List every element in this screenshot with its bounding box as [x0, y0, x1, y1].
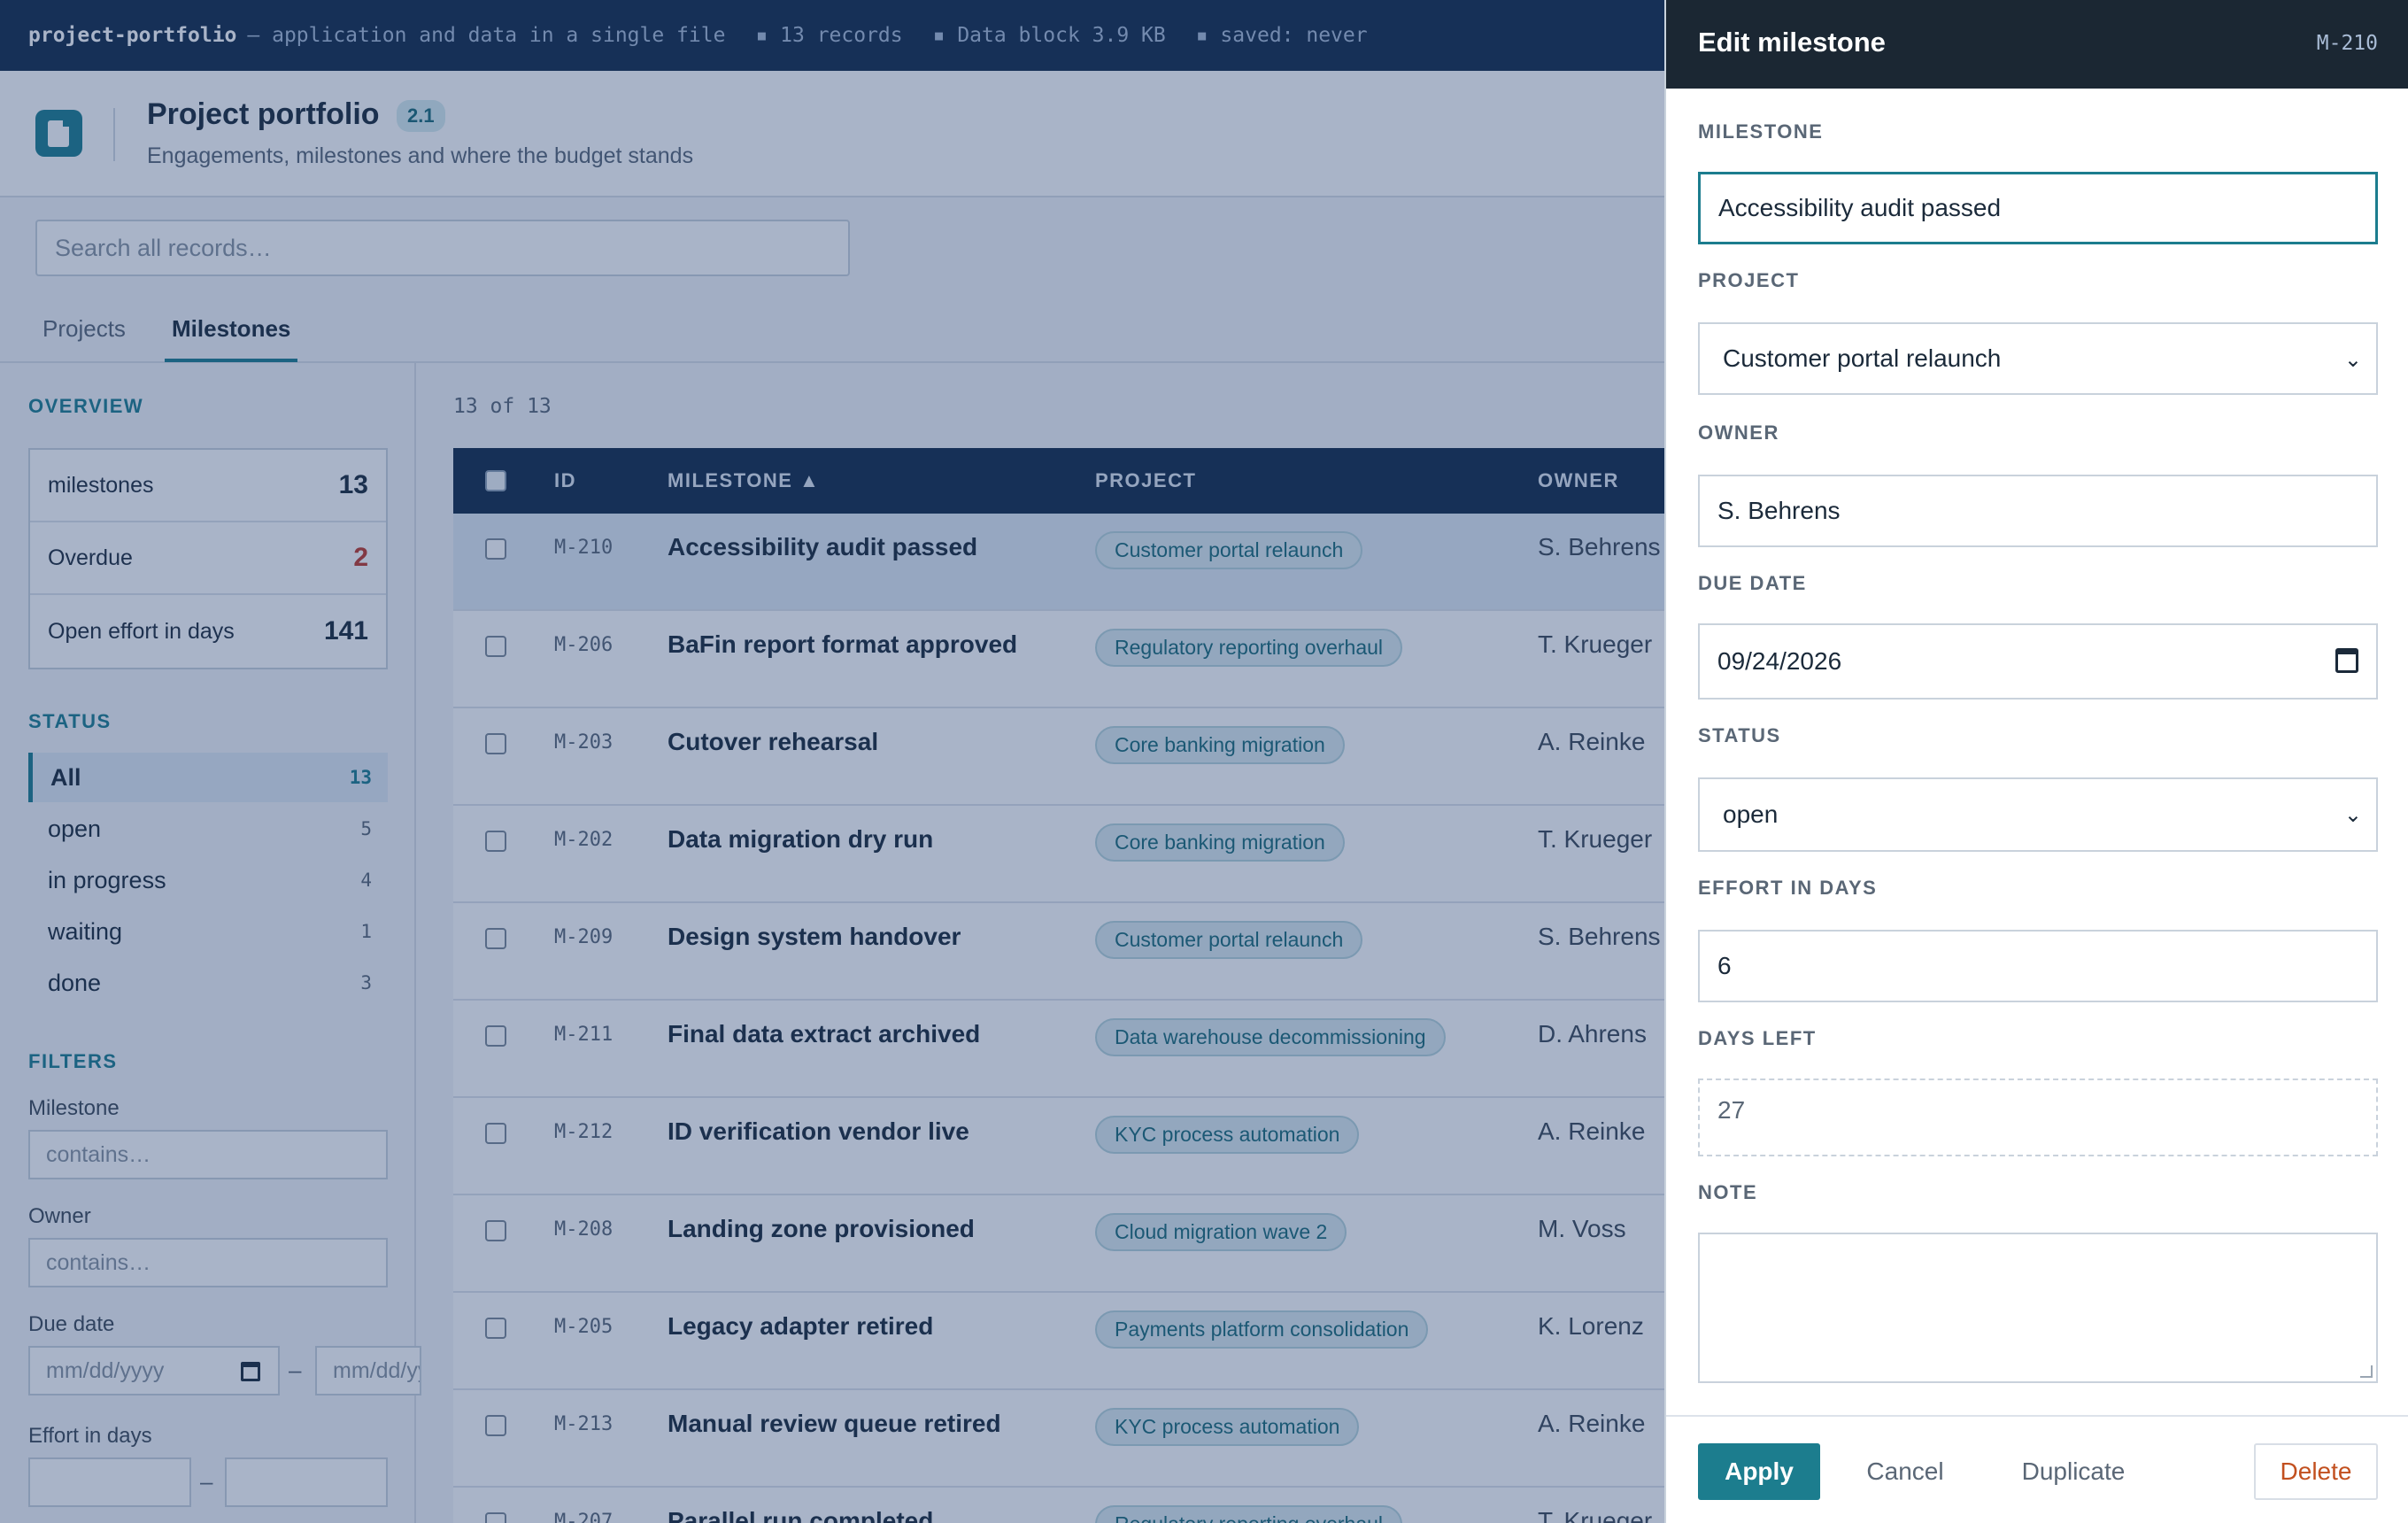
project-field-label: PROJECT	[1698, 269, 1800, 291]
due-date-field-label: DUE DATE	[1698, 572, 1807, 594]
edit-drawer: Edit milestone M-210 MILESTONE Accessibi…	[1664, 0, 2408, 1523]
resize-handle-icon[interactable]	[2360, 1365, 2373, 1378]
milestone-field[interactable]: Accessibility audit passed	[1698, 172, 2378, 244]
drawer-footer: Apply Cancel Duplicate Delete	[1666, 1415, 2408, 1523]
modal-overlay[interactable]	[0, 0, 1664, 1523]
effort-field[interactable]: 6	[1698, 930, 2378, 1002]
due-date-field[interactable]: 09/24/2026	[1698, 623, 2378, 700]
status-select-value: open	[1723, 800, 1779, 828]
days-left-label: DAYS LEFT	[1698, 1027, 1817, 1049]
note-field[interactable]	[1698, 1233, 2378, 1383]
project-select[interactable]: Customer portal relaunch ⌄	[1698, 322, 2378, 395]
status-field-label: STATUS	[1698, 724, 1781, 746]
project-select-value: Customer portal relaunch	[1723, 344, 2002, 372]
note-field-label: NOTE	[1698, 1181, 1758, 1203]
milestone-field-label: MILESTONE	[1698, 120, 1824, 143]
drawer-record-id: M-210	[2316, 32, 2378, 55]
due-date-value: 09/24/2026	[1717, 647, 1842, 675]
duplicate-button[interactable]: Duplicate	[1994, 1443, 2153, 1500]
apply-button[interactable]: Apply	[1698, 1443, 1820, 1500]
owner-field-label: OWNER	[1698, 421, 1779, 444]
calendar-icon[interactable]	[2335, 648, 2358, 673]
drawer-header: Edit milestone M-210	[1666, 0, 2408, 89]
drawer-title: Edit milestone	[1698, 27, 1886, 58]
cancel-button[interactable]: Cancel	[1852, 1443, 1958, 1500]
effort-field-label: EFFORT IN DAYS	[1698, 877, 1878, 899]
status-select[interactable]: open ⌄	[1698, 777, 2378, 852]
owner-field[interactable]: S. Behrens	[1698, 475, 2378, 547]
days-left-value: 27	[1698, 1078, 2378, 1156]
chevron-down-icon: ⌄	[2343, 803, 2362, 827]
chevron-down-icon: ⌄	[2343, 348, 2362, 372]
delete-button[interactable]: Delete	[2254, 1443, 2378, 1500]
